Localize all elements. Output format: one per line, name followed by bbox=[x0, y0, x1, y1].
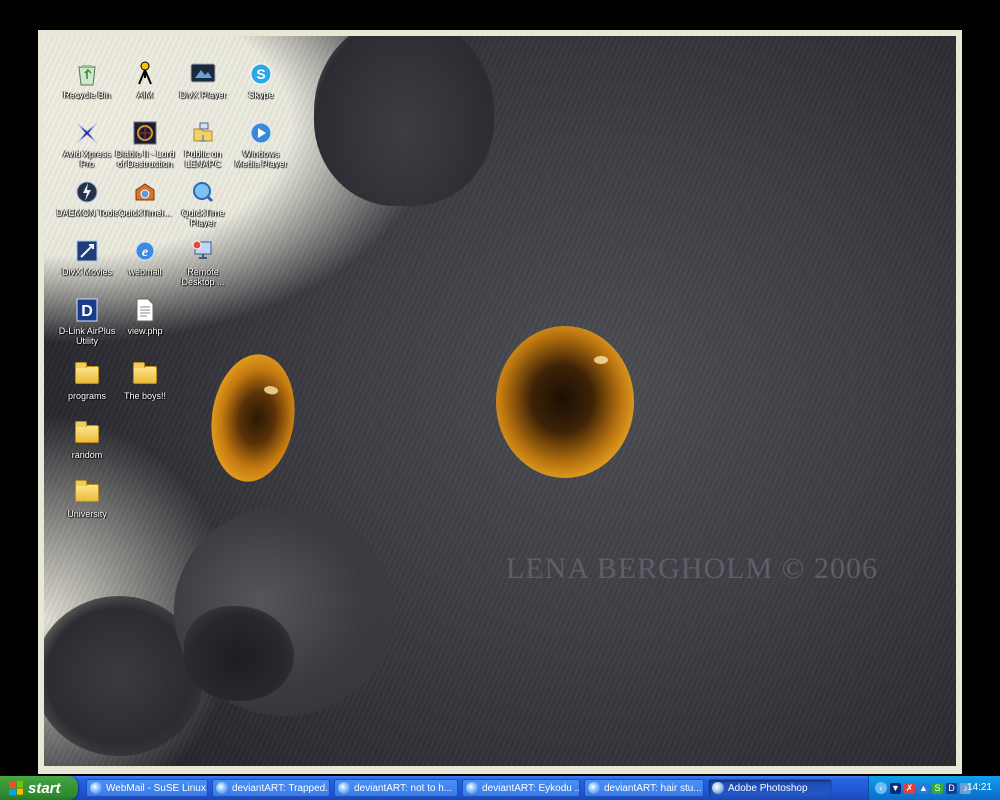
desktop-icon-quicktime-installer[interactable]: QuickTimeI... bbox=[114, 178, 176, 218]
remote-desktop-icon bbox=[189, 237, 217, 265]
folder-icon bbox=[131, 361, 159, 389]
tray-expand-icon[interactable]: ‹ bbox=[875, 782, 887, 794]
desktop-icon-university[interactable]: University bbox=[56, 479, 118, 519]
taskbar-button-photoshop[interactable]: Adobe Photoshop bbox=[708, 779, 832, 797]
desktop-icon-the-boys[interactable]: The boys!! bbox=[114, 361, 176, 401]
taskbar: start WebMail - SuSE Linux... deviantART… bbox=[0, 776, 1000, 800]
quicktime-installer-icon bbox=[131, 178, 159, 206]
skype-tray-icon[interactable]: S bbox=[932, 782, 943, 794]
photoshop-icon bbox=[712, 782, 724, 794]
desktop-icon-diablo[interactable]: Diablo II - Lord of Destruction bbox=[114, 119, 176, 169]
folder-icon bbox=[73, 479, 101, 507]
taskbar-clock[interactable]: 14:21 bbox=[967, 782, 992, 793]
folder-icon bbox=[73, 361, 101, 389]
desktop-icon-recycle-bin[interactable]: Recycle Bin bbox=[56, 60, 118, 100]
desktop-icon-random[interactable]: random bbox=[56, 420, 118, 460]
photo-watermark: LENA BERGHOLM © 2006 bbox=[506, 552, 878, 585]
desktop-icon-quicktime-player[interactable]: QuickTime Player bbox=[172, 178, 234, 228]
taskbar-button-deviantart-eykodu[interactable]: deviantART: Eykodu ... bbox=[462, 779, 580, 797]
divx-movies-icon bbox=[73, 237, 101, 265]
quicktime-icon bbox=[189, 178, 217, 206]
desktop-icon-programs[interactable]: programs bbox=[56, 361, 118, 401]
desktop-icon-webmail[interactable]: e webmail bbox=[114, 237, 176, 277]
start-button[interactable]: start bbox=[0, 776, 78, 800]
cat-ear bbox=[314, 36, 494, 206]
ie-icon bbox=[338, 782, 350, 794]
diablo-icon bbox=[131, 119, 159, 147]
aim-icon bbox=[131, 60, 159, 88]
svg-text:D: D bbox=[81, 303, 93, 320]
svg-text:S: S bbox=[256, 66, 265, 82]
skype-icon: S bbox=[247, 60, 275, 88]
desktop-icon-windows-media-player[interactable]: Windows Media Player bbox=[230, 119, 292, 169]
start-label: start bbox=[28, 779, 61, 797]
desktop-icon-dlink[interactable]: D D-Link AirPlus Utility bbox=[56, 296, 118, 346]
desktop-icon-view-php[interactable]: view.php bbox=[114, 296, 176, 336]
dlink-icon: D bbox=[73, 296, 101, 324]
ie-icon bbox=[216, 782, 228, 794]
security-tray-icon[interactable]: ✗ bbox=[904, 782, 915, 794]
system-tray: ‹ ▼ ✗ ▲ S D ♪ 14:21 bbox=[868, 776, 1000, 800]
ie-icon bbox=[90, 782, 102, 794]
php-file-icon bbox=[131, 296, 159, 324]
ie-icon bbox=[588, 782, 600, 794]
folder-icon bbox=[73, 420, 101, 448]
recycle-bin-icon bbox=[73, 60, 101, 88]
taskbar-button-deviantart-not-to[interactable]: deviantART: not to h... bbox=[334, 779, 458, 797]
network-folder-icon bbox=[189, 119, 217, 147]
network-tray-icon[interactable]: ▲ bbox=[918, 782, 929, 794]
cat-eye-right bbox=[496, 326, 634, 478]
media-player-icon bbox=[247, 119, 275, 147]
cat-nose bbox=[184, 606, 294, 701]
ie-icon bbox=[466, 782, 478, 794]
desktop-icon-public-lenapc[interactable]: Public on LENAPC bbox=[172, 119, 234, 169]
desktop-icon-divx-player[interactable]: DivX Player bbox=[172, 60, 234, 100]
taskbar-button-deviantart-trapped[interactable]: deviantART: Trapped... bbox=[212, 779, 330, 797]
desktop-icon-divx-movies[interactable]: DivX Movies bbox=[56, 237, 118, 277]
windows-flag-icon bbox=[9, 780, 23, 796]
desktop-icon-aim[interactable]: AIM bbox=[114, 60, 176, 100]
desktop-icon-remote-desktop[interactable]: Remote Desktop ... bbox=[172, 237, 234, 287]
antivirus-tray-icon[interactable]: ▼ bbox=[890, 782, 901, 794]
divx-player-icon bbox=[189, 60, 217, 88]
ie-shortcut-icon: e bbox=[131, 237, 159, 265]
avid-icon bbox=[73, 119, 101, 147]
dlink-tray-icon[interactable]: D bbox=[946, 782, 957, 794]
taskbar-button-deviantart-hair[interactable]: deviantART: hair stu... bbox=[584, 779, 704, 797]
taskbar-button-webmail[interactable]: WebMail - SuSE Linux... bbox=[86, 779, 208, 797]
daemon-tools-icon bbox=[73, 178, 101, 206]
desktop-icon-daemon-tools[interactable]: DAEMON Tools bbox=[56, 178, 118, 218]
desktop-icon-avid-xpress[interactable]: Avid Xpress Pro bbox=[56, 119, 118, 169]
svg-text:e: e bbox=[142, 245, 148, 260]
desktop-icon-skype[interactable]: S Skype bbox=[230, 60, 292, 100]
